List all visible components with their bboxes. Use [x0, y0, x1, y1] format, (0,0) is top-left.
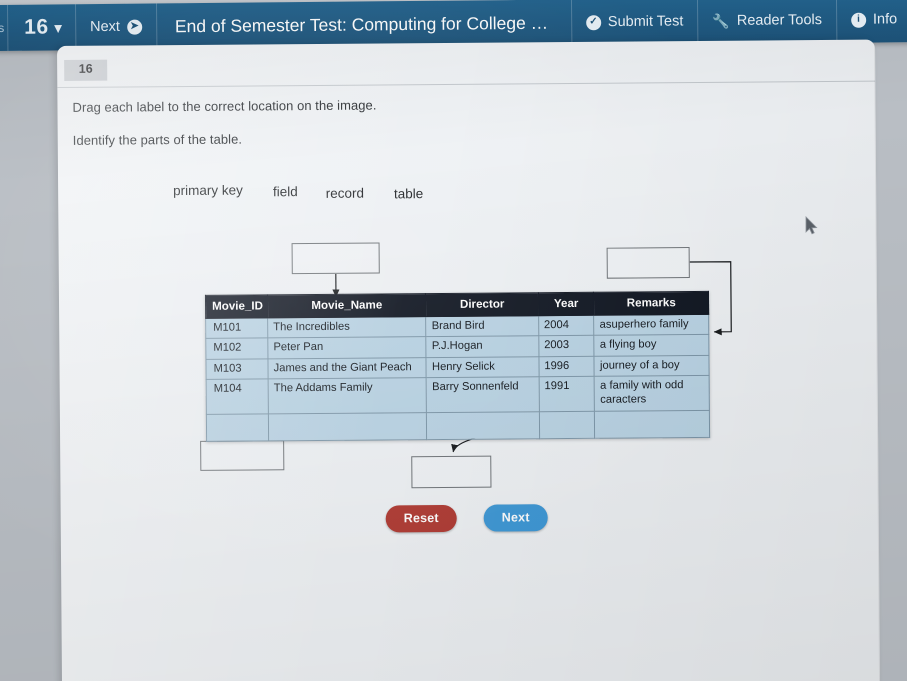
column-header-movie-id: Movie_ID	[205, 294, 268, 319]
table-filler-row	[206, 410, 710, 441]
cell-movie-id: M104	[206, 378, 269, 414]
cell-remarks: a flying boy	[594, 334, 709, 356]
cell-movie-id: M102	[205, 338, 269, 359]
drag-label-record[interactable]: record	[326, 186, 364, 201]
cell-movie-name: Peter Pan	[267, 336, 427, 359]
cell-year: 2003	[538, 335, 595, 357]
column-header-movie-name: Movie_Name	[267, 293, 427, 318]
reset-button[interactable]: Reset	[385, 504, 457, 533]
drag-label-field[interactable]: field	[273, 184, 298, 199]
movies-table: Movie_ID Movie_Name Director Year Remark…	[205, 291, 710, 442]
card-right-divider	[873, 39, 881, 681]
next-question-button[interactable]: Next ➤	[76, 3, 156, 50]
action-buttons: Reset Next	[385, 504, 548, 533]
question-number-label: 16	[24, 15, 49, 39]
drag-label-bank: primary key field record table	[173, 181, 493, 202]
cell-director: Barry Sonnenfeld	[426, 376, 540, 413]
cell-empty	[268, 412, 428, 441]
question-tab: 16	[64, 59, 108, 81]
info-circle-icon: i	[850, 12, 867, 28]
cell-director: Henry Selick	[426, 356, 539, 378]
question-number-dropdown[interactable]: 16 ▾	[8, 4, 75, 51]
info-button[interactable]: i Info	[837, 0, 907, 43]
tab-divider	[57, 80, 876, 88]
instruction-line-2: Identify the parts of the table.	[72, 131, 243, 148]
chevron-down-icon: ▾	[54, 18, 63, 35]
cell-movie-name: The Addams Family	[268, 377, 427, 414]
cell-empty	[206, 413, 269, 441]
cell-empty	[426, 411, 540, 440]
cell-remarks: a family with odd caracters	[594, 375, 710, 411]
table-row: M104 The Addams Family Barry Sonnenfeld …	[206, 375, 710, 414]
cell-year: 1996	[538, 355, 595, 377]
cell-movie-name: James and the Giant Peach	[268, 357, 427, 379]
column-header-director: Director	[425, 292, 539, 317]
cell-year: 2004	[538, 315, 595, 337]
cell-director: Brand Bird	[426, 315, 539, 337]
cell-remarks: asuperhero family	[594, 314, 709, 336]
cell-movie-name: The Incredibles	[267, 316, 427, 339]
cell-movie-id: M101	[205, 317, 268, 339]
drop-zone-movie-id-column[interactable]	[200, 440, 285, 471]
drag-label-table[interactable]: table	[394, 186, 423, 201]
instruction-line-1: Drag each label to the correct location …	[72, 97, 377, 115]
submit-test-label: Submit Test	[607, 13, 684, 31]
drag-label-primary-key[interactable]: primary key	[173, 183, 243, 199]
drop-zone-remarks-cell[interactable]	[606, 247, 690, 279]
next-question-label: Next	[90, 18, 121, 36]
column-header-year: Year	[538, 292, 595, 316]
column-header-remarks: Remarks	[593, 291, 709, 316]
check-circle-icon: ✓	[585, 14, 601, 30]
cell-director: P.J.Hogan	[426, 336, 539, 358]
cell-remarks: journey of a boy	[594, 355, 710, 377]
info-label: Info	[872, 11, 898, 28]
reader-tools-label: Reader Tools	[736, 12, 823, 29]
header-edge-text: s	[0, 20, 5, 35]
cell-empty	[594, 410, 710, 438]
drop-zone-whole-table[interactable]	[411, 455, 492, 489]
drop-zone-movie-name-header[interactable]	[291, 242, 380, 275]
test-title: End of Semester Test: Computing for Coll…	[174, 11, 571, 36]
question-card: 16 Drag each label to the correct locati…	[57, 39, 881, 681]
reader-tools-button[interactable]: 🔧 Reader Tools	[698, 0, 836, 44]
submit-test-button[interactable]: ✓ Submit Test	[572, 0, 698, 45]
cell-movie-id: M103	[205, 358, 269, 380]
cell-year: 1991	[538, 376, 595, 412]
screen-photo: 4j21.0.0-15/a1RuchMuLy5mM33hcHAUZWRtZW50…	[0, 0, 907, 681]
cell-empty	[539, 410, 596, 439]
next-button[interactable]: Next	[483, 504, 548, 532]
arrow-right-circle-icon: ➤	[126, 19, 143, 35]
wrench-icon: 🔧	[712, 12, 730, 29]
